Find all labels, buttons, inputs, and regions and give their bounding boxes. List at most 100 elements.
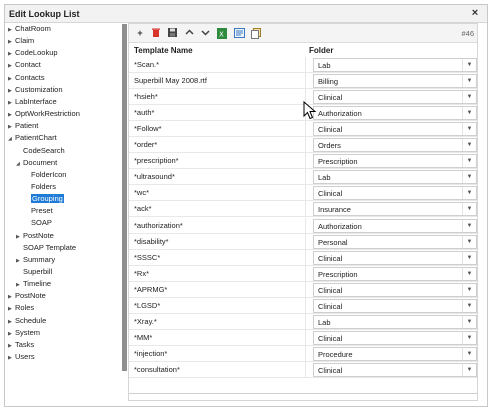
tree-item[interactable]: ▶ Customization <box>8 84 63 96</box>
tree-item[interactable]: Grouping <box>24 193 64 205</box>
folder-select[interactable]: Lab ▼ <box>313 314 477 329</box>
table-row[interactable]: *consultation* Clinical ▼ <box>129 361 477 378</box>
folder-select[interactable]: Authorization ▼ <box>313 218 477 233</box>
template-name-cell[interactable]: *Rx* <box>134 269 149 278</box>
dropdown-arrow-icon[interactable]: ▼ <box>462 299 476 312</box>
column-header-folder[interactable]: Folder <box>309 46 333 55</box>
tree-item[interactable]: ▶ PostNote <box>16 230 54 242</box>
template-name-cell[interactable]: *APRMG* <box>134 285 167 294</box>
table-row[interactable]: *LGSD* Clinical ▼ <box>129 297 477 314</box>
table-row[interactable]: *injection* Procedure ▼ <box>129 345 477 362</box>
tree-item[interactable]: SOAP Template <box>16 242 76 254</box>
excel-export-icon[interactable]: X <box>217 28 227 39</box>
dropdown-arrow-icon[interactable]: ▼ <box>462 267 476 280</box>
table-row[interactable]: *Xray.* Lab ▼ <box>129 313 477 330</box>
template-name-cell[interactable]: *auth* <box>134 108 154 117</box>
folder-select[interactable]: Insurance ▼ <box>313 202 477 217</box>
folder-select[interactable]: Prescription ▼ <box>313 154 477 169</box>
tree-collapsed-arrow-icon[interactable]: ▶ <box>8 352 15 364</box>
template-name-cell[interactable]: *wc* <box>134 188 149 197</box>
dropdown-arrow-icon[interactable]: ▼ <box>462 155 476 168</box>
template-name-cell[interactable]: *ack* <box>134 204 152 213</box>
tree-item[interactable]: ▶ Tasks <box>8 339 34 351</box>
tree-item[interactable]: ▶ OptWorkRestriction <box>8 108 80 120</box>
template-name-cell[interactable]: *SSSC* <box>134 253 160 262</box>
delete-icon[interactable] <box>151 28 161 38</box>
template-name-cell[interactable]: *prescription* <box>134 156 179 165</box>
folder-select[interactable]: Prescription ▼ <box>313 266 477 281</box>
table-row[interactable]: *disability* Personal ▼ <box>129 233 477 250</box>
table-row[interactable]: *prescription* Prescription ▼ <box>129 153 477 170</box>
folder-select[interactable]: Orders ▼ <box>313 138 477 153</box>
dropdown-arrow-icon[interactable]: ▼ <box>462 75 476 88</box>
dropdown-arrow-icon[interactable]: ▼ <box>462 251 476 264</box>
tree-item[interactable]: ▶ Timeline <box>16 278 51 290</box>
template-name-cell[interactable]: *ultrasound* <box>134 172 175 181</box>
dropdown-arrow-icon[interactable]: ▼ <box>462 107 476 120</box>
folder-select[interactable]: Lab ▼ <box>313 170 477 185</box>
move-up-icon[interactable] <box>184 28 194 38</box>
dropdown-arrow-icon[interactable]: ▼ <box>462 331 476 344</box>
tree-item[interactable]: Superbill <box>16 266 52 278</box>
table-row[interactable]: *Follow* Clinical ▼ <box>129 121 477 138</box>
dropdown-arrow-icon[interactable]: ▼ <box>462 235 476 248</box>
tree-item[interactable]: SOAP <box>24 217 52 229</box>
tree-item[interactable]: ◢ PatientChart <box>8 132 57 144</box>
folder-select[interactable]: Procedure ▼ <box>313 346 477 361</box>
dropdown-arrow-icon[interactable]: ▼ <box>462 315 476 328</box>
tree-item[interactable]: ▶ Patient <box>8 120 38 132</box>
tree-item[interactable]: ▶ Contact <box>8 59 41 71</box>
table-row[interactable]: *MM* Clinical ▼ <box>129 329 477 346</box>
folder-select[interactable]: Clinical ▼ <box>313 122 477 137</box>
copy-icon[interactable] <box>251 28 261 39</box>
dropdown-arrow-icon[interactable]: ▼ <box>462 139 476 152</box>
table-row[interactable]: *order* Orders ▼ <box>129 137 477 154</box>
template-name-cell[interactable]: *authorization* <box>134 221 183 230</box>
template-name-cell[interactable]: *Scan.* <box>134 60 159 69</box>
template-name-cell[interactable]: *hsieh* <box>134 92 158 101</box>
move-down-icon[interactable] <box>200 28 210 38</box>
folder-select[interactable]: Personal ▼ <box>313 234 477 249</box>
table-row[interactable]: *ack* Insurance ▼ <box>129 201 477 218</box>
tree-item[interactable]: FolderIcon <box>24 169 66 181</box>
tree-item[interactable]: ▶ Users <box>8 351 35 363</box>
dropdown-arrow-icon[interactable]: ▼ <box>462 171 476 184</box>
folder-select[interactable]: Clinical ▼ <box>313 90 477 105</box>
folder-select[interactable]: Clinical ▼ <box>313 330 477 345</box>
template-name-cell[interactable]: *Follow* <box>134 124 162 133</box>
add-icon[interactable]: + <box>135 28 145 38</box>
tree-item[interactable]: CodeSearch <box>16 145 65 157</box>
template-name-cell[interactable]: *consultation* <box>134 365 180 374</box>
dropdown-arrow-icon[interactable]: ▼ <box>462 283 476 296</box>
tree-item[interactable]: ▶ System <box>8 327 40 339</box>
tree-item[interactable]: ▶ Claim <box>8 35 34 47</box>
table-row[interactable]: Superbill May 2008.rtf Billing ▼ <box>129 73 477 90</box>
folder-select[interactable]: Clinical ▼ <box>313 250 477 265</box>
template-name-cell[interactable]: Superbill May 2008.rtf <box>134 76 207 85</box>
dropdown-arrow-icon[interactable]: ▼ <box>462 91 476 104</box>
table-row[interactable]: *wc* Clinical ▼ <box>129 185 477 202</box>
tree-item[interactable]: ▶ LabInterface <box>8 96 57 108</box>
template-name-cell[interactable]: *MM* <box>134 333 152 342</box>
dropdown-arrow-icon[interactable]: ▼ <box>462 219 476 232</box>
dropdown-arrow-icon[interactable]: ▼ <box>462 347 476 360</box>
folder-select[interactable]: Lab ▼ <box>313 58 477 72</box>
table-row[interactable]: *APRMG* Clinical ▼ <box>129 281 477 298</box>
column-header-template-name[interactable]: Template Name <box>134 46 193 55</box>
tree-item[interactable]: ▶ Roles <box>8 302 34 314</box>
import-icon[interactable] <box>234 28 245 38</box>
dropdown-arrow-icon[interactable]: ▼ <box>462 203 476 216</box>
template-name-cell[interactable]: *injection* <box>134 349 167 358</box>
template-name-cell[interactable]: *order* <box>134 140 157 149</box>
save-icon[interactable] <box>167 28 177 38</box>
dropdown-arrow-icon[interactable]: ▼ <box>462 123 476 136</box>
table-row[interactable]: *ultrasound* Lab ▼ <box>129 169 477 186</box>
template-name-cell[interactable]: *LGSD* <box>134 301 160 310</box>
tree-item[interactable]: ◢ Document <box>16 157 57 169</box>
tree-item[interactable]: ▶ ChatRoom <box>8 23 51 35</box>
template-name-cell[interactable]: *disability* <box>134 237 169 246</box>
dropdown-arrow-icon[interactable]: ▼ <box>462 363 476 376</box>
dropdown-arrow-icon[interactable]: ▼ <box>462 187 476 200</box>
table-row[interactable]: *authorization* Authorization ▼ <box>129 217 477 234</box>
tree-item[interactable]: Preset <box>24 205 53 217</box>
